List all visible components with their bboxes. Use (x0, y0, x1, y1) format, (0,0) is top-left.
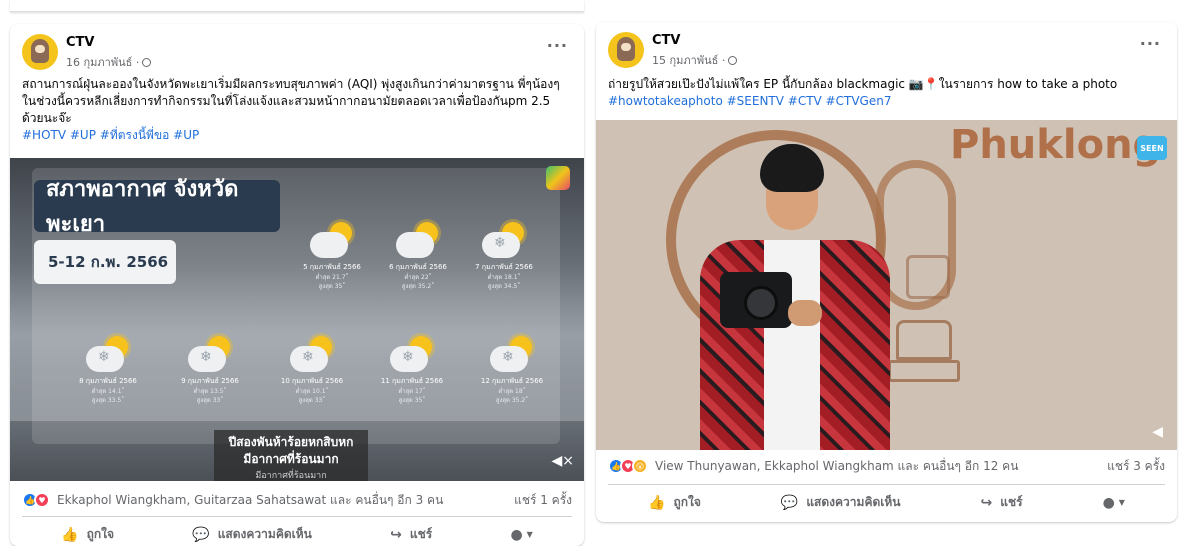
post-header: CTV 15 กุมภาพันธ์ · ··· (608, 32, 1165, 68)
photo-video[interactable]: Phuklong SEEN ◀ (596, 120, 1177, 450)
post-date[interactable]: 16 กุมภาพันธ์ · (66, 53, 139, 71)
reactions-text[interactable]: View Thunyawan, Ekkaphol Wiangkham และ ค… (649, 457, 1107, 476)
page-avatar[interactable] (608, 32, 644, 68)
reactions-row: 👍 ♥ 😮 View Thunyawan, Ekkaphol Wiangkham… (608, 452, 1165, 480)
cloud-icon (310, 232, 348, 258)
channel-logo-icon (546, 166, 570, 190)
more-icon[interactable]: ··· (547, 36, 568, 55)
page-name[interactable]: CTV (652, 33, 680, 48)
post-caption: สถานการณ์ฝุ่นละอองในจังหวัดพะเยาเริ่มมีผ… (22, 76, 572, 144)
cloud-icon (396, 232, 434, 258)
forecast-day: ❄ 11 กุมภาพันธ์ 2566 ต่ำสุด 17˚ สูงสุด 3… (372, 334, 452, 405)
share-icon: ↪ (980, 494, 993, 511)
globe-icon (142, 57, 152, 67)
volume-muted-icon[interactable]: ◀× (552, 453, 575, 469)
audience-selector[interactable]: ● ▼ (498, 521, 544, 546)
post-actions: 👍 ถูกใจ 💬 แสดงความคิดเห็น ↪ แชร์ ● ▼ (22, 516, 572, 546)
forecast-day: ❄ 9 กุมภาพันธ์ 2566 ต่ำสุด 13.5˚ สูงสุด … (170, 334, 250, 405)
shares-count[interactable]: แชร์ 1 ครั้ง (514, 491, 572, 510)
like-button[interactable]: 👍 ถูกใจ (49, 519, 126, 546)
post-meta: 16 กุมภาพันธ์ · (66, 53, 152, 71)
camera-icon (720, 272, 792, 328)
comment-icon: 💬 (780, 494, 799, 511)
forecast-date-range: 5-12 ก.พ. 2566 (34, 240, 176, 284)
love-reaction-icon: ♥ (34, 492, 50, 508)
snow-icon: ❄ (200, 349, 212, 365)
seen-tv-badge-icon: SEEN (1137, 136, 1167, 160)
chevron-down-icon: ▼ (1118, 498, 1125, 507)
avatar-icon: ● (510, 526, 523, 543)
post-card-photo: CTV 15 กุมภาพันธ์ · ··· ถ่ายรูปให้สวยเป๊… (596, 22, 1177, 522)
post-actions: 👍 ถูกใจ 💬 แสดงความคิดเห็น ↪ แชร์ ● ▼ (608, 484, 1165, 520)
comment-button[interactable]: 💬 แสดงความคิดเห็น (769, 487, 913, 518)
caption-text: ถ่ายรูปให้สวยเป๊ะปังไม่แพ้ใคร EP นี้กับก… (608, 77, 1118, 91)
page-name[interactable]: CTV (66, 35, 94, 50)
post-card-weather: CTV 16 กุมภาพันธ์ · ··· สถานการณ์ฝุ่นละอ… (10, 24, 584, 546)
hashtags[interactable]: #HOTV #UP #ที่ตรงนี้พี่ขอ #UP (22, 127, 572, 144)
post-date[interactable]: 15 กุมภาพันธ์ · (652, 51, 725, 69)
wall-drawing (906, 255, 950, 299)
forecast-title: สภาพอากาศ จังหวัดพะเยา (34, 177, 280, 237)
snow-icon: ❄ (494, 235, 506, 251)
reactions-text[interactable]: Ekkaphol Wiangkham, Guitarzaa Sahatsawat… (51, 491, 514, 510)
audience-selector[interactable]: ● ▼ (1091, 489, 1137, 517)
page-avatar[interactable] (22, 34, 58, 70)
forecast-day: 5 กุมภาพันธ์ 2566 ต่ำสุด 21.7˚ สูงสุด 35… (292, 220, 372, 291)
comment-button[interactable]: 💬 แสดงความคิดเห็น (180, 519, 324, 546)
thumbs-up-icon: 👍 (61, 526, 79, 543)
forecast-day: ❄ 12 กุมภาพันธ์ 2566 ต่ำสุด 18˚ สูงสุด 3… (472, 334, 552, 405)
post-caption: ถ่ายรูปให้สวยเป๊ะปังไม่แพ้ใคร EP นี้กับก… (608, 76, 1165, 110)
like-button[interactable]: 👍 ถูกใจ (636, 487, 713, 518)
snow-icon: ❄ (302, 349, 314, 365)
forecast-day: ❄ 10 กุมภาพันธ์ 2566 ต่ำสุด 10.1˚ สูงสุด… (272, 334, 352, 405)
forecast-day: ❄ 7 กุมภาพันธ์ 2566 ต่ำสุด 18.1˚ สูงสุด … (464, 220, 544, 291)
caption-text: สถานการณ์ฝุ่นละอองในจังหวัดพะเยาเริ่มมีผ… (22, 77, 560, 125)
post-meta: 15 กุมภาพันธ์ · (652, 51, 738, 69)
hashtags[interactable]: #howtotakeaphoto #SEENTV #CTV #CTVGen7 (608, 93, 1165, 110)
chevron-down-icon: ▼ (526, 530, 533, 539)
avatar-icon: ● (1102, 494, 1115, 511)
video-subtitle: ปีสองพันห้าร้อยหกสิบหก มีอากาศที่ร้อนมาก… (214, 430, 368, 481)
presenter-figure (690, 144, 900, 450)
forecast-day: 6 กุมภาพันธ์ 2566 ต่ำสุด 22˚ สูงสุด 35.2… (378, 220, 458, 291)
share-button[interactable]: ↪ แชร์ (378, 519, 444, 546)
snow-icon: ❄ (502, 349, 514, 365)
post-header: CTV 16 กุมภาพันธ์ · ··· (22, 34, 572, 70)
comment-icon: 💬 (192, 526, 210, 543)
shares-count[interactable]: แชร์ 3 ครั้ง (1107, 457, 1165, 476)
weather-video[interactable]: สภาพอากาศ จังหวัดพะเยา 5-12 ก.พ. 2566 5 … (10, 158, 584, 481)
globe-icon (728, 55, 738, 65)
volume-muted-icon[interactable]: ◀ (1152, 424, 1163, 440)
forecast-day: ❄ 8 กุมภาพันธ์ 2566 ต่ำสุด 14.1˚ สูงสุด … (68, 334, 148, 405)
share-icon: ↪ (390, 526, 402, 543)
snow-icon: ❄ (98, 349, 110, 365)
wow-reaction-icon: 😮 (632, 458, 648, 474)
reaction-icons[interactable]: 👍 ♥ 😮 (608, 458, 648, 474)
reactions-row: 👍 ♥ Ekkaphol Wiangkham, Guitarzaa Sahats… (22, 486, 572, 514)
snow-icon: ❄ (402, 349, 414, 365)
reaction-icons[interactable]: 👍 ♥ (22, 492, 50, 508)
previous-post-edge (10, 0, 584, 12)
wall-drawing (896, 320, 952, 360)
thumbs-up-icon: 👍 (648, 494, 666, 511)
more-icon[interactable]: ··· (1140, 34, 1161, 53)
share-button[interactable]: ↪ แชร์ (969, 487, 1035, 518)
wall-sign-text: Phuklong (950, 122, 1162, 168)
